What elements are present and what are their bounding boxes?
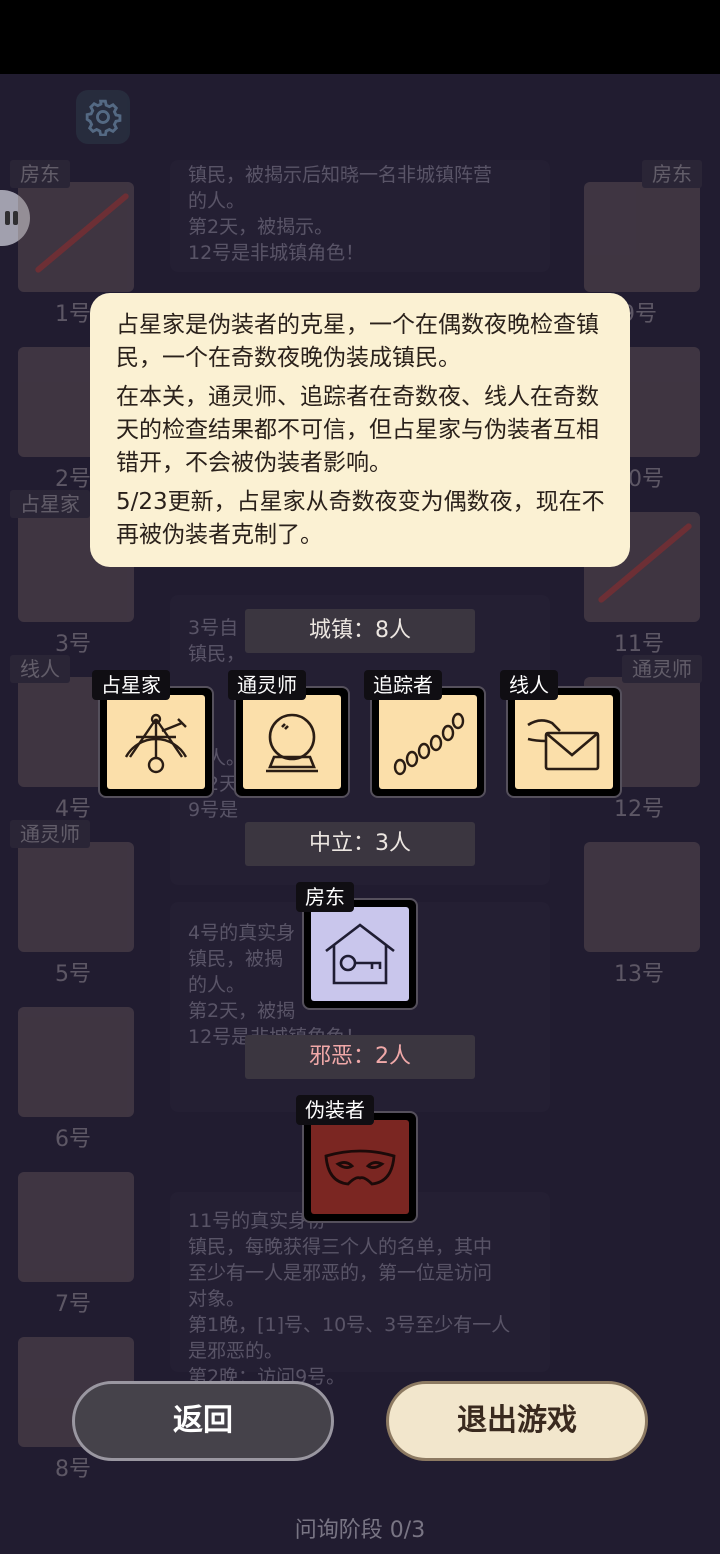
role-name: 线人 <box>500 670 558 700</box>
crystal-ball-icon <box>266 713 318 773</box>
back-button[interactable]: 返回 <box>72 1381 334 1461</box>
role-info-tooltip: 占星家是伪装者的克星，一个在偶数夜晚检查镇民，一个在奇数夜晚伪装成镇民。 在本关… <box>90 293 630 567</box>
house-key-icon <box>584 182 700 292</box>
user-unknown-icon <box>18 1172 134 1282</box>
role-card-medium[interactable]: 通灵师 <box>228 670 354 798</box>
slot-number: 7号 <box>55 1292 91 1317</box>
tooltip-paragraph-2: 在本关，通灵师、追踪者在奇数夜、线人在奇数天的检查结果都不可信，但占星家与伪装者… <box>116 384 599 476</box>
log-text: 11号的真实身份 镇民，每晚获得三个人的名单，其中 至少有一人是邪恶的，第一位是… <box>188 1210 511 1388</box>
settings-button[interactable] <box>76 90 130 144</box>
role-card-landlord[interactable]: 房东 <box>296 882 422 1010</box>
role-card-tracker[interactable]: 追踪者 <box>364 670 490 798</box>
slot-number: 6号 <box>55 1127 91 1152</box>
exit-game-button[interactable]: 退出游戏 <box>386 1381 648 1461</box>
role-name: 追踪者 <box>364 670 442 700</box>
evil-category-bar: 邪恶：2人 <box>245 1035 475 1079</box>
user-unknown-icon <box>584 842 700 952</box>
slot-role-tag: 线人 <box>10 655 70 683</box>
role-card-astrologer[interactable]: 占星家 <box>92 670 218 798</box>
slot-number: 5号 <box>55 962 91 987</box>
slot-portrait <box>18 842 134 952</box>
slot-number: 11号 <box>614 632 664 657</box>
status-bar <box>0 0 720 74</box>
user-unknown-icon <box>18 1007 134 1117</box>
gear-icon <box>85 99 122 136</box>
envelope-icon <box>527 719 600 771</box>
slot-role-tag: 通灵师 <box>10 820 90 848</box>
slot-role-tag: 通灵师 <box>622 655 702 683</box>
tooltip-paragraph-3: 5/23更新，占星家从奇数夜变为偶数夜，现在不再被伪装者克制了。 <box>116 489 605 548</box>
slot-number: 13号 <box>614 962 664 987</box>
role-name: 伪装者 <box>296 1095 374 1125</box>
slot-role-tag: 房东 <box>642 160 702 188</box>
town-category-bar: 城镇：8人 <box>245 609 475 653</box>
slot-role-tag: 占星家 <box>10 490 90 518</box>
role-card-informant[interactable]: 线人 <box>500 670 626 798</box>
log-text: 镇民，被揭示后知晓一名非城镇阵营 的人。 第2天，被揭示。 12号是非城镇角色！ <box>188 164 493 264</box>
role-name: 占星家 <box>92 670 170 700</box>
neutral-category-bar: 中立：3人 <box>245 822 475 866</box>
slot-number: 3号 <box>55 632 91 657</box>
mask-icon <box>324 1149 396 1186</box>
role-name: 通灵师 <box>228 670 306 700</box>
role-card-disguiser[interactable]: 伪装者 <box>296 1095 422 1223</box>
footprints-icon <box>393 712 465 776</box>
tooltip-paragraph-1: 占星家是伪装者的克星，一个在偶数夜晚检查镇民，一个在奇数夜晚伪装成镇民。 <box>116 312 599 371</box>
sextant-icon <box>124 713 188 774</box>
phase-indicator: 问询阶段 0/3 <box>294 1518 426 1543</box>
slot-role-tag: 房东 <box>10 160 70 188</box>
house-key-icon <box>325 923 395 985</box>
role-name: 房东 <box>296 882 354 912</box>
